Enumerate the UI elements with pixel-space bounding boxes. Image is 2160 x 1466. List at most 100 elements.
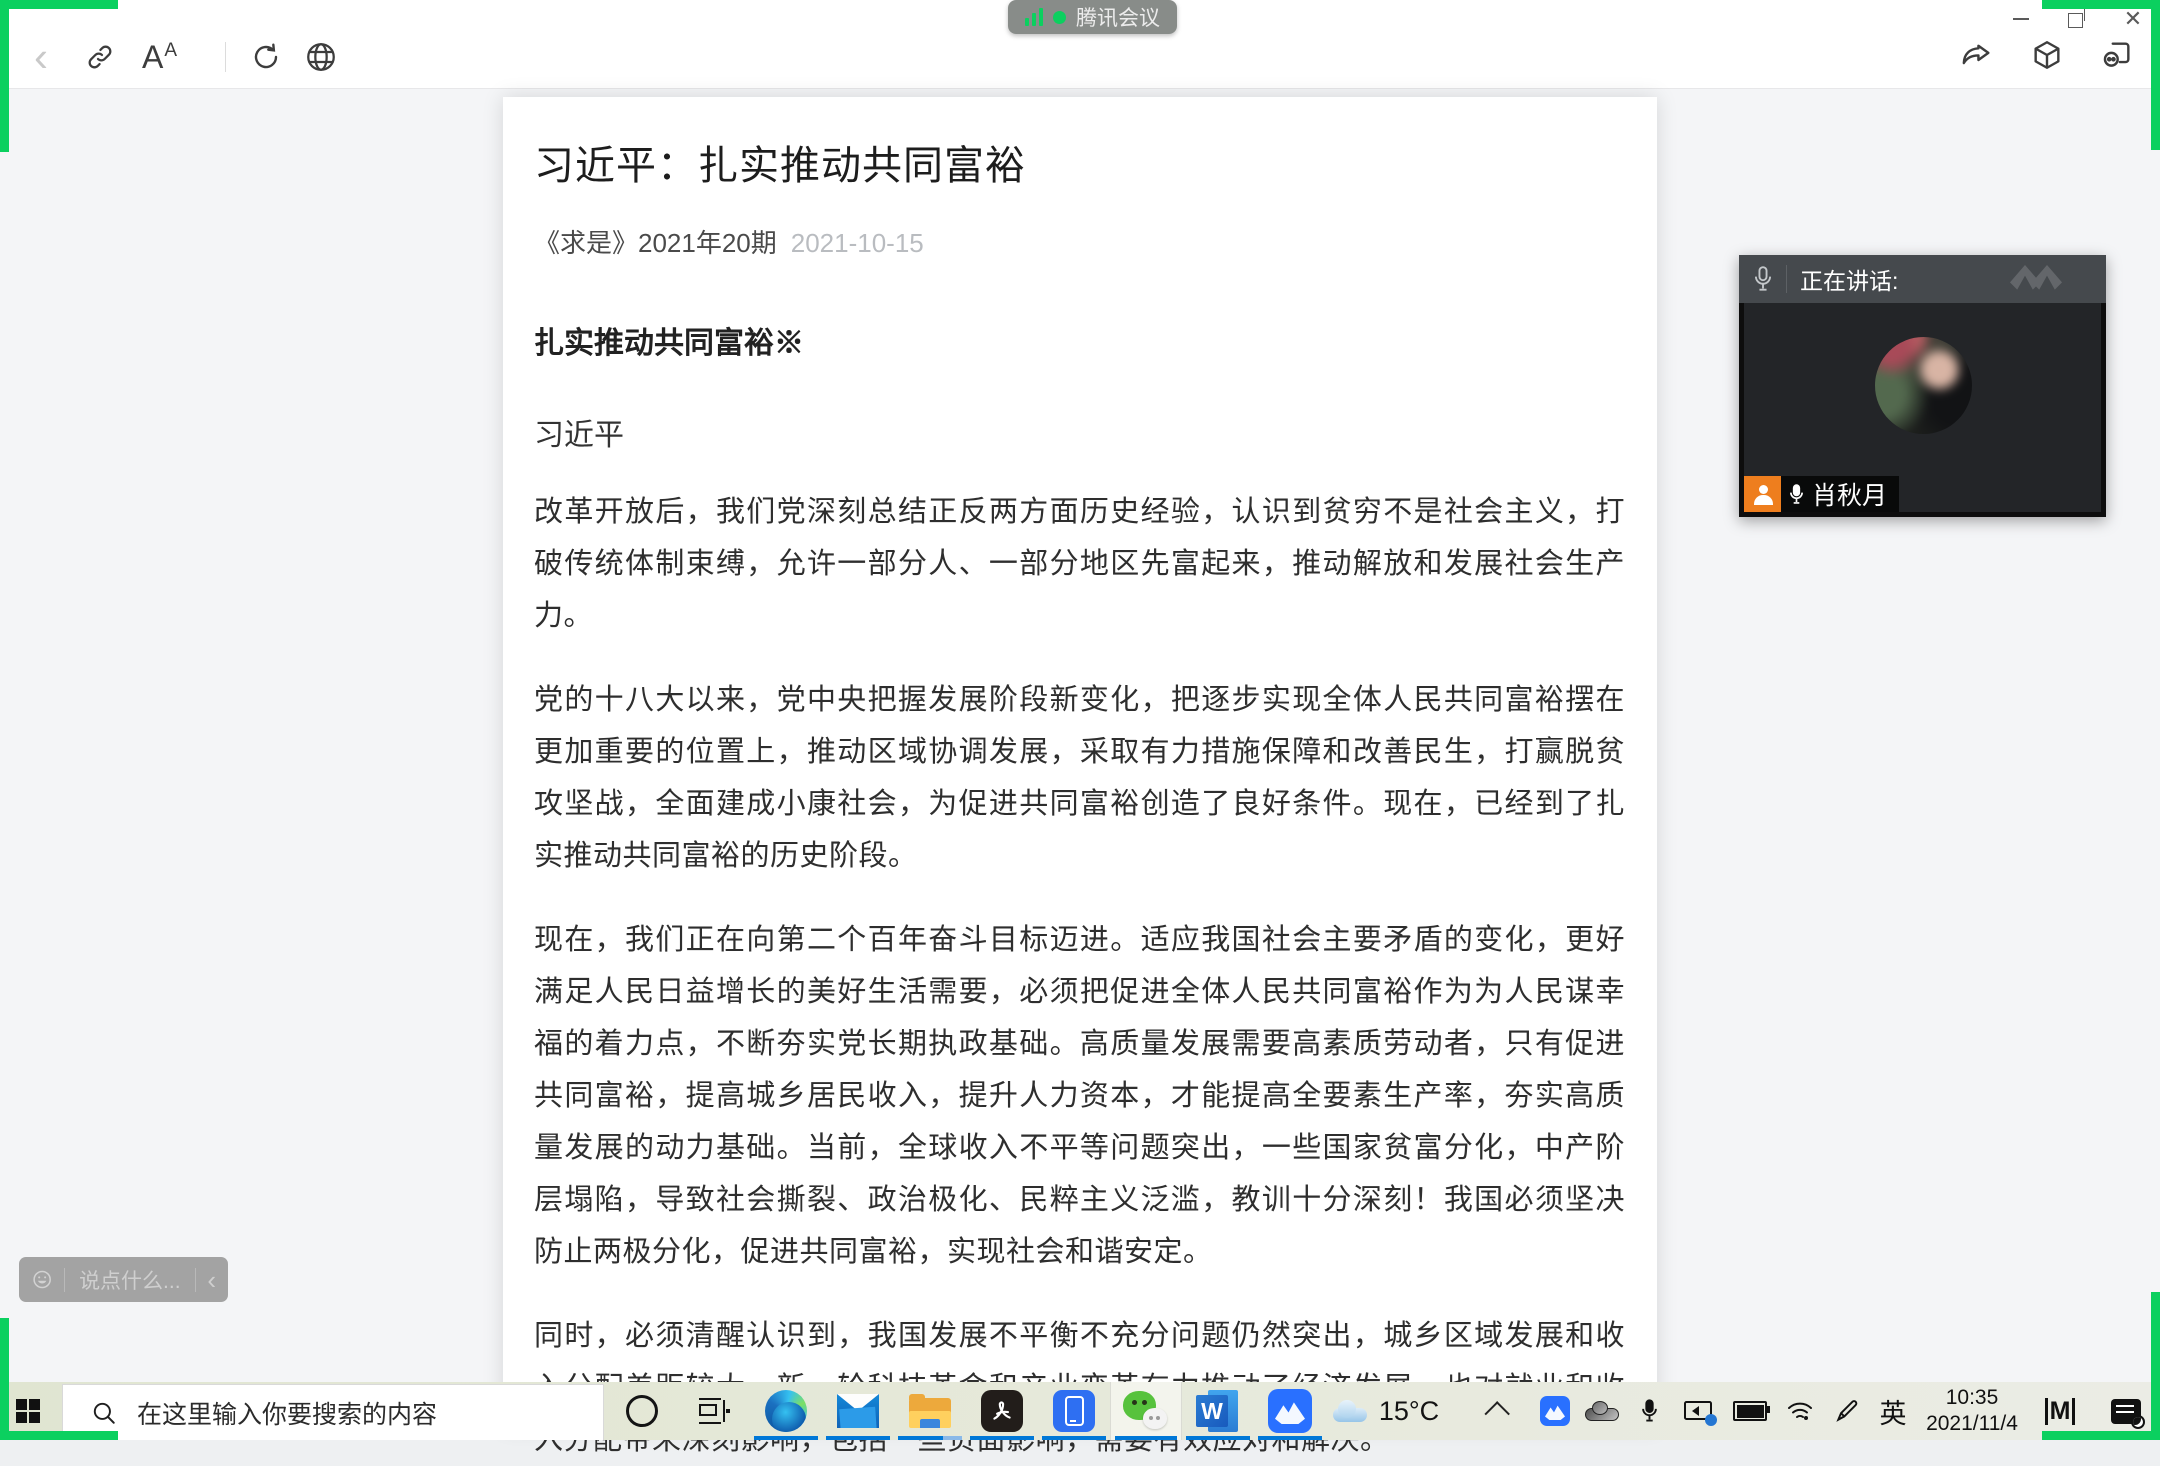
emoji-icon[interactable] [32,1266,52,1293]
article-paragraph: 党的十八大以来，党中央把握发展阶段新变化，把逐步实现全体人民共同富裕摆在更加重要… [534,674,1625,882]
participant-mic-icon [1789,484,1804,505]
wechat-icon [1123,1391,1169,1431]
collapse-icon[interactable]: ‹ [195,1270,228,1290]
cortana-icon [626,1395,658,1427]
tray-onedrive[interactable] [1578,1401,1626,1421]
tray-pen[interactable] [1824,1398,1870,1424]
share-border-top-left [0,0,9,152]
hidden-icons-button[interactable] [1468,1402,1532,1420]
speaking-label: 正在讲话: [1800,262,1898,296]
search-placeholder: 在这里输入你要搜索的内容 [137,1395,437,1431]
minimize-button[interactable] [2008,6,2034,32]
taskbar-app-icons: W [606,1382,1326,1440]
reader-window: ✕ ‹ AA [0,0,2160,1382]
participant-name: 肖秋月 [1812,476,1887,512]
tray-mic-icon [1641,1398,1658,1424]
share-border-bottom-right [2042,1431,2160,1440]
tray-tencent-meeting[interactable] [1532,1396,1578,1426]
tencent-meeting-tray-icon [1540,1396,1570,1426]
file-explorer-icon [909,1394,951,1428]
article-heading: 扎实推动共同富裕※ [534,318,1625,362]
tray-microphone[interactable] [1626,1398,1672,1424]
focus-assist-moon-icon [2131,1415,2145,1429]
system-tray: 15°C [1330,1382,2160,1440]
meeting-panel-header: 正在讲话: [1739,255,2106,303]
m-tray-icon: M [2045,1398,2076,1425]
close-icon: ✕ [2124,6,2142,32]
tray-battery[interactable] [1724,1401,1776,1421]
share-border-bottom-left [0,1318,9,1440]
article-meta: 《求是》2021年20期 2021-10-15 [534,223,1625,260]
tencent-meeting-icon [1268,1389,1312,1433]
weather-widget[interactable]: 15°C [1330,1396,1440,1427]
article-title: 习近平：扎实推动共同富裕 [534,133,1625,191]
tencent-meeting-watermark-icon [2010,265,2070,293]
participant-avatar [1875,337,1972,434]
tray-ime-app[interactable]: M [2028,1398,2092,1425]
copy-link-icon[interactable] [84,41,116,73]
task-view-icon [699,1398,729,1424]
microphone-icon [1753,266,1773,292]
participant-video-tile[interactable]: 肖秋月 [1739,303,2106,517]
tray-wifi[interactable] [1776,1399,1824,1423]
share-icon[interactable] [1960,38,1994,72]
meeting-floating-panel[interactable]: 正在讲话: 肖秋月 [1739,255,2106,517]
taskbar-item-your-phone[interactable] [1038,1382,1110,1440]
taskbar-item-tencent-meeting[interactable] [1254,1382,1326,1440]
meeting-badge-label: 腾讯会议 [1076,2,1160,32]
share-border-bottom-right [2151,1292,2160,1440]
article-source: 《求是》2021年20期 [534,223,777,260]
font-size-icon[interactable]: AA [142,41,177,73]
mail-icon [837,1394,879,1428]
tray-cast[interactable] [1672,1399,1724,1423]
clock[interactable]: 10:35 2021/11/4 [1916,1385,2028,1437]
back-icon[interactable]: ‹ [34,42,48,72]
clock-time: 10:35 [1926,1385,2018,1411]
taskbar-item-wechat[interactable] [1110,1382,1182,1440]
your-phone-icon [1053,1390,1095,1432]
article-paragraph: 现在，我们正在向第二个百年奋斗目标迈进。适应我国社会主要矛盾的变化，更好满足人民… [534,914,1625,1278]
word-icon: W [1196,1390,1240,1432]
toolbar-divider [225,42,226,72]
share-border-top-right [2042,0,2160,9]
taskbar-item-task-view[interactable] [678,1382,750,1440]
action-center-button[interactable] [2092,1399,2160,1424]
globe-icon[interactable] [304,40,338,74]
meeting-live-dot-icon [1053,11,1066,24]
article-page: 习近平：扎实推动共同富裕 《求是》2021年20期 2021-10-15 扎实推… [503,97,1657,1427]
pen-icon [1834,1398,1860,1424]
share-border-top-left [0,0,118,9]
header-divider [1786,265,1787,293]
host-badge-icon [1744,476,1781,512]
share-border-bottom-left [0,1431,118,1440]
taskbar-item-acrobat[interactable] [966,1382,1038,1440]
minimize-icon [2013,18,2029,20]
taskbar-item-word[interactable]: W [1182,1382,1254,1440]
acrobat-icon [981,1390,1023,1432]
close-button[interactable]: ✕ [2120,6,2146,32]
comment-input[interactable]: 说点什么... [65,1265,195,1295]
meeting-status-badge[interactable]: 腾讯会议 [1008,0,1177,34]
cast-icon [1683,1399,1713,1423]
participant-name-bar: 肖秋月 [1744,476,1899,512]
restore-button[interactable] [2064,6,2090,32]
float-window-icon[interactable] [2100,38,2134,72]
ime-indicator[interactable]: 英 [1870,1392,1916,1431]
weather-temp: 15°C [1379,1396,1439,1427]
chevron-up-icon [1484,1401,1509,1426]
taskbar-item-mail[interactable] [822,1382,894,1440]
taskbar-item-file-explorer[interactable] [894,1382,966,1440]
share-border-top-right [2151,0,2160,150]
comment-bar[interactable]: 说点什么... ‹ [19,1257,228,1302]
onedrive-icon [1585,1401,1619,1421]
search-icon [91,1400,117,1426]
windows-logo-icon [16,1399,40,1423]
taskbar-item-edge[interactable] [750,1382,822,1440]
refresh-icon[interactable] [250,41,282,73]
restore-icon [2068,13,2083,28]
edge-icon [765,1390,807,1432]
taskbar-item-cortana[interactable] [606,1382,678,1440]
signal-bars-icon [1025,8,1043,26]
taskbar-search[interactable]: 在这里输入你要搜索的内容 [62,1384,604,1440]
mini-program-cube-icon[interactable] [2030,38,2064,72]
